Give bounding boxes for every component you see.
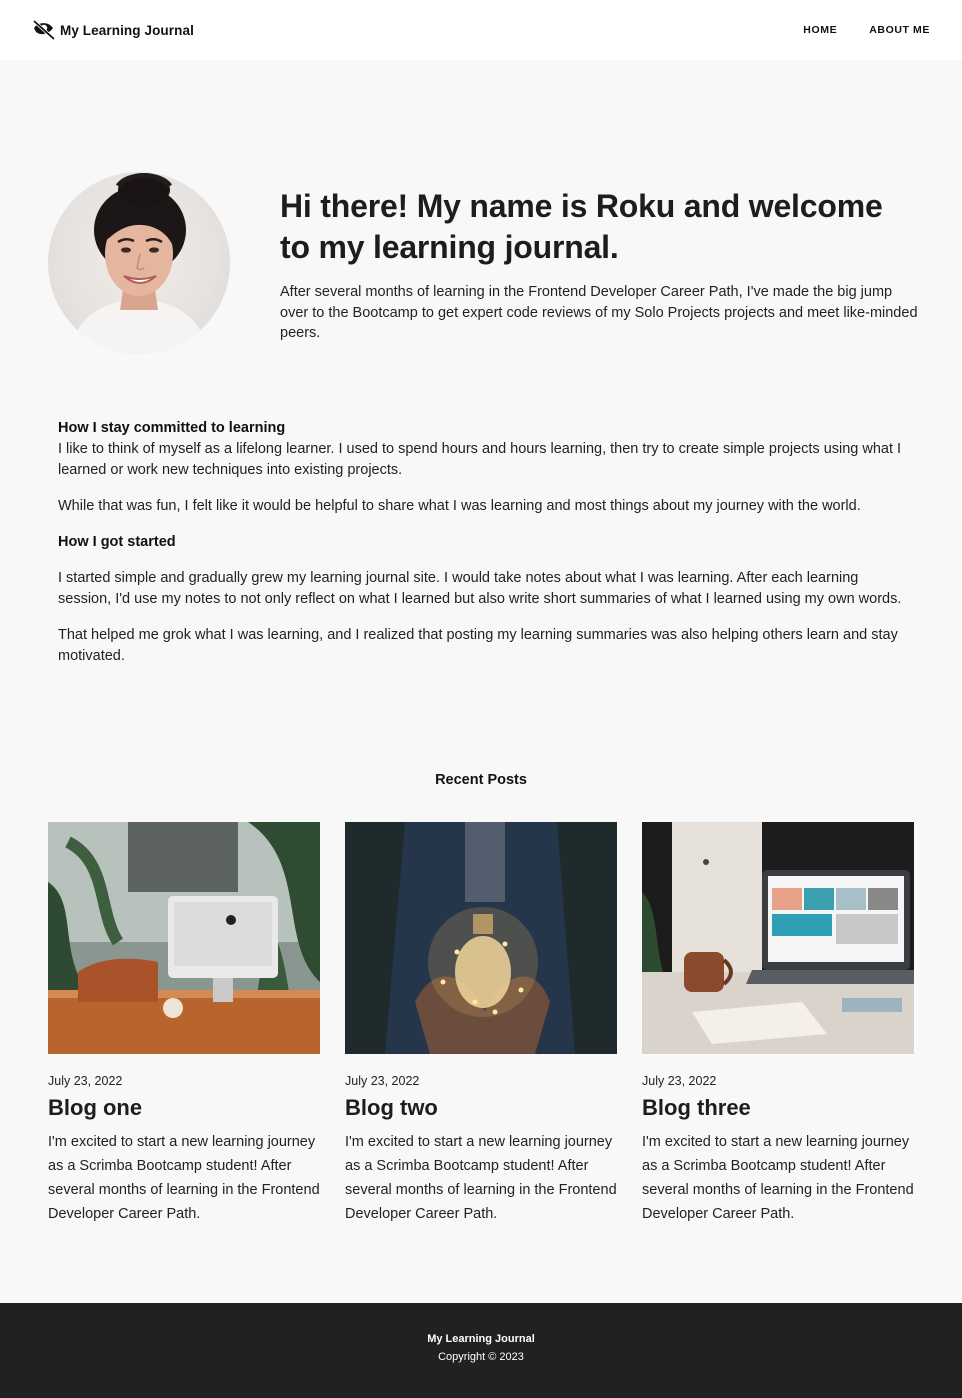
about-heading-started: How I got started xyxy=(58,534,176,550)
recent-posts-title: Recent Posts xyxy=(435,772,527,788)
post-image-laptop[interactable] xyxy=(642,822,914,1054)
footer-brand-name: My Learning Journal xyxy=(427,1333,535,1345)
main-nav: HOME ABOUT ME xyxy=(803,24,930,36)
about-heading-committed: How I stay committed to learning xyxy=(58,420,286,436)
about-section: How I stay committed to learning I like … xyxy=(58,418,908,667)
footer-copyright: Copyright © 2023 xyxy=(438,1351,524,1363)
post-excerpt: I'm excited to start a new learning jour… xyxy=(48,1134,320,1222)
about-paragraph: That helped me grok what I was learning,… xyxy=(58,627,898,664)
nav-home-link[interactable]: HOME xyxy=(803,24,837,36)
post-title[interactable]: Blog one xyxy=(48,1094,320,1122)
hero-description: After several months of learning in the … xyxy=(280,284,918,341)
hero-text: Hi there! My name is Roku and welcome to… xyxy=(280,186,920,344)
post-date: July 23, 2022 xyxy=(48,1074,123,1088)
site-footer: My Learning Journal Copyright © 2023 xyxy=(0,1303,962,1398)
about-paragraph: I like to think of myself as a lifelong … xyxy=(58,441,902,478)
brand-name: My Learning Journal xyxy=(60,22,194,38)
post-card[interactable]: July 23, 2022 Blog two I'm excited to st… xyxy=(345,822,617,1226)
post-excerpt: I'm excited to start a new learning jour… xyxy=(345,1134,617,1222)
post-date: July 23, 2022 xyxy=(345,1074,420,1088)
post-image-lightbulb[interactable] xyxy=(345,822,617,1054)
post-image-desk[interactable] xyxy=(48,822,320,1054)
about-paragraph: While that was fun, I felt like it would… xyxy=(58,498,861,514)
post-excerpt: I'm excited to start a new learning jour… xyxy=(642,1134,914,1222)
brand[interactable]: My Learning Journal xyxy=(32,19,194,41)
hero-title: Hi there! My name is Roku and welcome to… xyxy=(280,188,883,265)
eye-slash-icon xyxy=(32,19,56,41)
post-card[interactable]: July 23, 2022 Blog one I'm excited to st… xyxy=(48,822,320,1226)
post-card[interactable]: July 23, 2022 Blog three I'm excited to … xyxy=(642,822,914,1226)
post-title[interactable]: Blog two xyxy=(345,1094,617,1122)
post-title[interactable]: Blog three xyxy=(642,1094,914,1122)
about-paragraph: I started simple and gradually grew my l… xyxy=(58,570,902,607)
site-header: My Learning Journal HOME ABOUT ME xyxy=(0,0,962,60)
profile-avatar xyxy=(48,172,230,354)
post-date: July 23, 2022 xyxy=(642,1074,717,1088)
nav-about-link[interactable]: ABOUT ME xyxy=(869,24,930,36)
